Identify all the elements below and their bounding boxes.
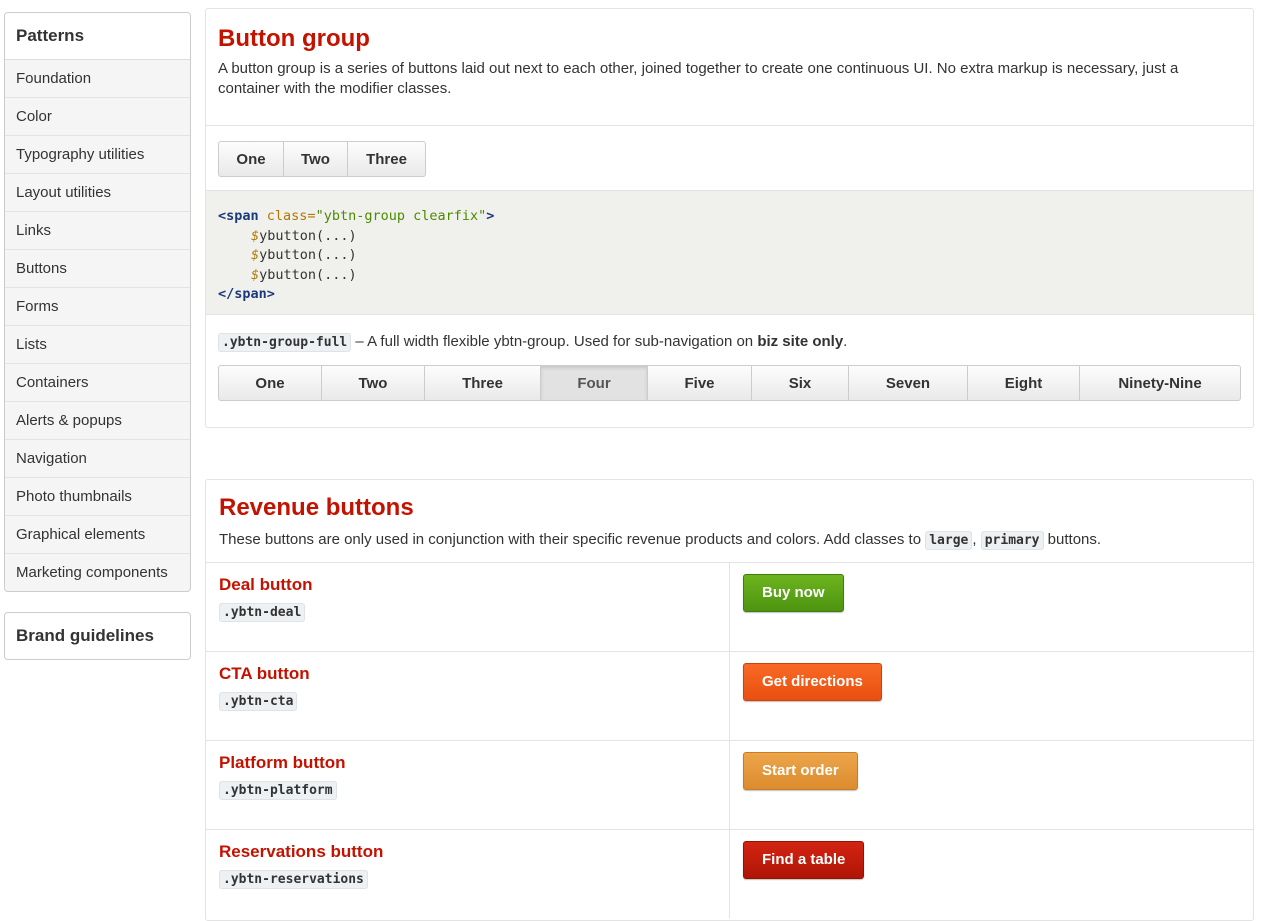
nav-item-layout-utilities[interactable]: Layout utilities (5, 174, 190, 212)
code-attr-value: "ybtn-group clearfix" (315, 208, 487, 224)
section-title: Revenue buttons (219, 494, 414, 521)
full-group-button-one[interactable]: One (218, 365, 322, 401)
desc-end: buttons. (1043, 531, 1102, 548)
class-name: large (925, 531, 973, 550)
revenue-name: Platform button (219, 753, 346, 772)
full-group-button-six[interactable]: Six (752, 365, 849, 401)
code-close-tag: </span> (218, 286, 275, 303)
nav-item-marketing-components[interactable]: Marketing components (5, 554, 190, 591)
full-group-button-seven[interactable]: Seven (849, 365, 968, 401)
class-name: .ybtn-cta (219, 692, 298, 711)
full-width-button-group: One Two Three Four Five Six Seven Eight … (218, 365, 1241, 401)
nav-item-color[interactable]: Color (5, 98, 190, 136)
nav-item-photo-thumbnails[interactable]: Photo thumbnails (5, 478, 190, 516)
nav-item-typography-utilities[interactable]: Typography utilities (5, 136, 190, 174)
buy-now-button[interactable]: Buy now (743, 574, 844, 612)
revenue-row-cta: CTA button .ybtn-cta Get directions (206, 651, 1253, 740)
full-group-button-five[interactable]: Five (648, 365, 752, 401)
code-var-prefix: $ (251, 227, 260, 244)
sidebar: Patterns Foundation Color Typography uti… (4, 12, 191, 660)
code-open-close: > (486, 208, 495, 224)
class-name: .ybtn-deal (219, 603, 306, 622)
class-name: .ybtn-group-full (218, 333, 352, 352)
full-width-description: .ybtn-group-full – A full width flexible… (218, 332, 847, 353)
brand-guidelines-link[interactable]: Brand guidelines (4, 612, 191, 660)
group-button-one[interactable]: One (218, 141, 284, 177)
code-open-tag: <span (218, 208, 259, 224)
revenue-name: Deal button (219, 575, 313, 594)
full-group-button-two[interactable]: Two (322, 365, 425, 401)
code-var-prefix: $ (251, 247, 260, 264)
nav-item-graphical-elements[interactable]: Graphical elements (5, 516, 190, 554)
nav-item-alerts-popups[interactable]: Alerts & popups (5, 402, 190, 440)
button-group-section: Button group A button group is a series … (205, 8, 1254, 428)
revenue-buttons-section: Revenue buttons These buttons are only u… (205, 479, 1254, 921)
code-line: ybutton(...) (259, 247, 357, 264)
code-var-prefix: $ (251, 266, 260, 283)
nav-item-containers[interactable]: Containers (5, 364, 190, 402)
full-desc-end: . (843, 333, 848, 350)
full-group-button-three[interactable]: Three (425, 365, 541, 401)
class-name: .ybtn-reservations (219, 870, 368, 889)
group-button-three[interactable]: Three (348, 141, 426, 177)
nav-item-navigation[interactable]: Navigation (5, 440, 190, 478)
get-directions-button[interactable]: Get directions (743, 663, 882, 701)
nav-item-buttons[interactable]: Buttons (5, 250, 190, 288)
revenue-name: CTA button (219, 664, 310, 683)
section-description: A button group is a series of buttons la… (218, 60, 1179, 97)
find-a-table-button[interactable]: Find a table (743, 841, 865, 879)
code-attr: class= (266, 208, 316, 224)
section-title: Button group (218, 25, 370, 52)
start-order-button[interactable]: Start order (743, 752, 858, 790)
desc-text: These buttons are only used in conjuncti… (219, 531, 926, 548)
section-description: These buttons are only used in conjuncti… (219, 530, 1223, 551)
nav-item-foundation[interactable]: Foundation (5, 60, 190, 98)
revenue-row-deal: Deal button .ybtn-deal Buy now (206, 562, 1253, 651)
full-desc-text: – A full width flexible ybtn-group. Used… (351, 333, 758, 350)
full-group-button-eight[interactable]: Eight (968, 365, 1080, 401)
group-button-two[interactable]: Two (284, 141, 348, 177)
nav-item-lists[interactable]: Lists (5, 326, 190, 364)
revenue-row-platform: Platform button .ybtn-platform Start ord… (206, 740, 1253, 829)
nav-item-forms[interactable]: Forms (5, 288, 190, 326)
code-example: <span class="ybtn-group clearfix"> $ybut… (206, 190, 1253, 315)
revenue-row-reservations: Reservations button .ybtn-reservations F… (206, 829, 1253, 918)
nav-heading: Patterns (5, 13, 190, 60)
code-line: ybutton(...) (259, 227, 357, 244)
full-desc-bold: biz site only (757, 333, 844, 350)
code-line: ybutton(...) (259, 266, 357, 283)
example-button-group: One Two Three (218, 141, 426, 177)
class-name: primary (980, 531, 1044, 550)
patterns-nav: Patterns Foundation Color Typography uti… (4, 12, 191, 592)
desc-separator: , (972, 531, 981, 548)
full-group-button-ninety-nine[interactable]: Ninety-Nine (1080, 365, 1241, 401)
full-group-button-four[interactable]: Four (541, 365, 648, 401)
revenue-name: Reservations button (219, 842, 384, 861)
class-name: .ybtn-platform (219, 781, 337, 800)
nav-item-links[interactable]: Links (5, 212, 190, 250)
